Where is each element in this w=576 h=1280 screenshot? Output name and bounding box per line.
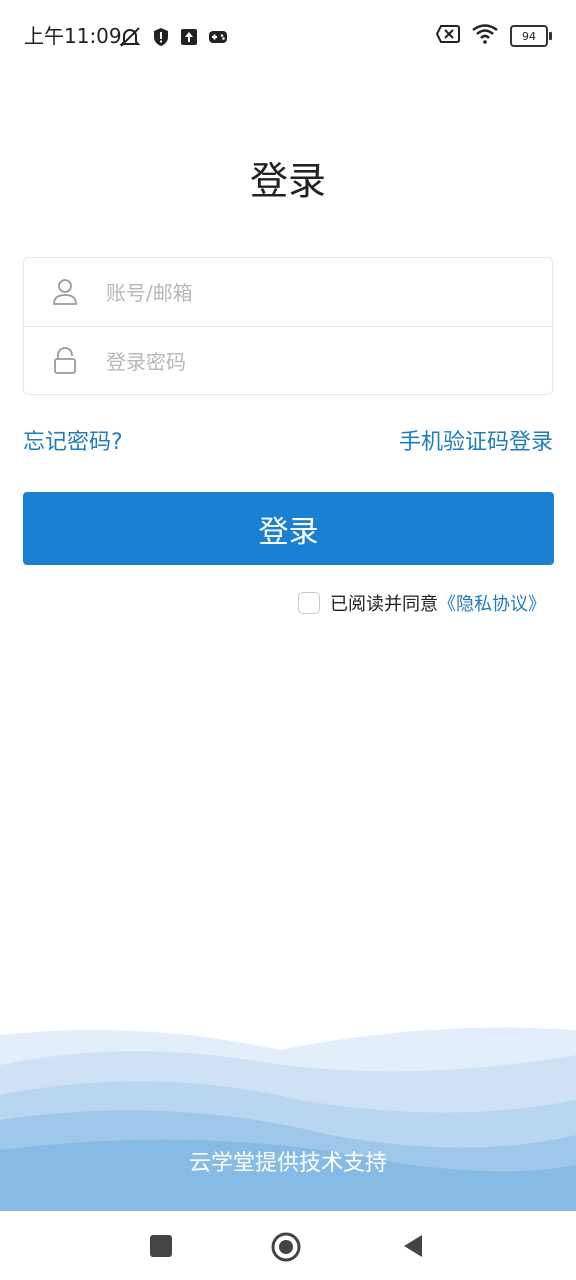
sms-login-link[interactable]: 手机验证码登录 (399, 425, 553, 461)
account-input[interactable] (104, 258, 538, 328)
home-circle-icon[interactable] (270, 1231, 301, 1262)
footer-waves (0, 1025, 576, 1211)
status-bar: 上午11:09 94 (0, 0, 576, 72)
page-title: 登录 (249, 159, 326, 203)
agreement-checkbox[interactable] (298, 592, 320, 614)
lock-icon (52, 347, 78, 375)
upload-icon (180, 28, 198, 50)
footer-credit: 云学堂提供技术支持 (188, 1151, 387, 1176)
shield-icon (152, 27, 170, 51)
forgot-password-link[interactable]: 忘记密码? (23, 425, 123, 461)
navigation-bar (0, 1211, 576, 1280)
password-field-row (24, 326, 552, 397)
link-row: 忘记密码? 手机验证码登录 (23, 425, 553, 461)
agreement-text: 已阅读并同意 (330, 594, 438, 615)
gamepad-icon (208, 29, 228, 49)
login-button[interactable]: 登录 (23, 492, 554, 565)
back-triangle-icon[interactable] (398, 1231, 428, 1261)
privacy-policy-link[interactable]: 《隐私协议》 (438, 590, 546, 616)
user-icon (52, 278, 78, 306)
agreement-row: 已阅读并同意 《隐私协议》 (298, 590, 546, 616)
recents-square-icon[interactable] (146, 1231, 176, 1261)
sim-off-icon (435, 25, 460, 47)
status-right-icons: 94 (435, 24, 552, 48)
login-form (23, 257, 553, 397)
account-field-row (24, 258, 552, 328)
status-left-icons (118, 26, 228, 52)
password-input[interactable] (104, 327, 538, 397)
bell-off-icon (118, 26, 142, 52)
wifi-icon (472, 24, 498, 48)
status-time: 上午11:09 (24, 24, 122, 48)
battery-icon: 94 (510, 25, 552, 47)
